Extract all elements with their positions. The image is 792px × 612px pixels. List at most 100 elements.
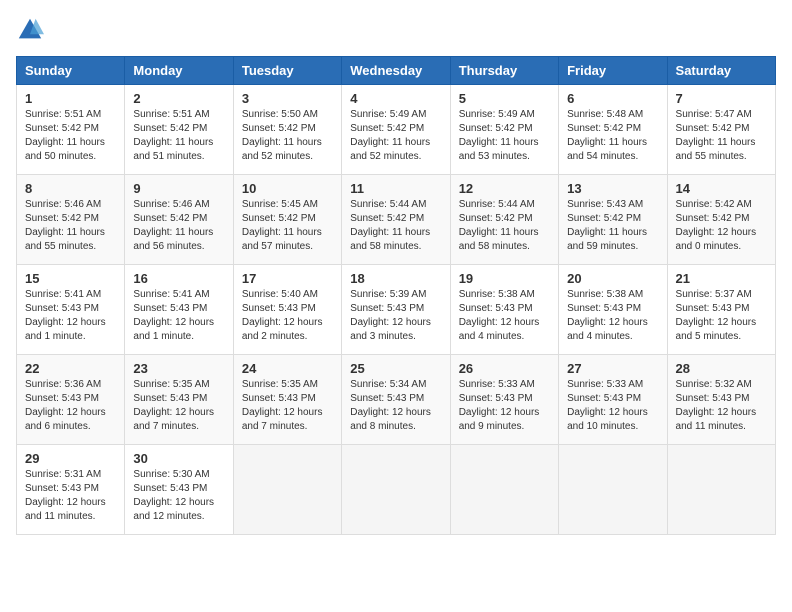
calendar-cell [233,445,341,535]
calendar-cell: 27 Sunrise: 5:33 AM Sunset: 5:43 PM Dayl… [559,355,667,445]
day-number: 5 [459,91,550,106]
day-header: Wednesday [342,57,450,85]
logo [16,16,48,44]
day-header: Monday [125,57,233,85]
header [16,16,776,44]
calendar-cell: 18 Sunrise: 5:39 AM Sunset: 5:43 PM Dayl… [342,265,450,355]
calendar-cell: 3 Sunrise: 5:50 AM Sunset: 5:42 PM Dayli… [233,85,341,175]
day-number: 16 [133,271,224,286]
day-info: Sunrise: 5:45 AM Sunset: 5:42 PM Dayligh… [242,198,333,254]
day-info: Sunrise: 5:37 AM Sunset: 5:43 PM Dayligh… [676,288,767,344]
calendar-cell: 4 Sunrise: 5:49 AM Sunset: 5:42 PM Dayli… [342,85,450,175]
day-number: 29 [25,451,116,466]
calendar-cell: 24 Sunrise: 5:35 AM Sunset: 5:43 PM Dayl… [233,355,341,445]
day-info: Sunrise: 5:47 AM Sunset: 5:42 PM Dayligh… [676,108,767,164]
day-info: Sunrise: 5:33 AM Sunset: 5:43 PM Dayligh… [567,378,658,434]
day-number: 19 [459,271,550,286]
day-number: 13 [567,181,658,196]
day-info: Sunrise: 5:44 AM Sunset: 5:42 PM Dayligh… [459,198,550,254]
calendar-cell: 6 Sunrise: 5:48 AM Sunset: 5:42 PM Dayli… [559,85,667,175]
day-number: 17 [242,271,333,286]
calendar-cell: 10 Sunrise: 5:45 AM Sunset: 5:42 PM Dayl… [233,175,341,265]
day-number: 11 [350,181,441,196]
day-header: Saturday [667,57,775,85]
day-number: 6 [567,91,658,106]
calendar-week: 22 Sunrise: 5:36 AM Sunset: 5:43 PM Dayl… [17,355,776,445]
day-info: Sunrise: 5:38 AM Sunset: 5:43 PM Dayligh… [567,288,658,344]
calendar-cell: 2 Sunrise: 5:51 AM Sunset: 5:42 PM Dayli… [125,85,233,175]
day-number: 9 [133,181,224,196]
calendar-cell: 23 Sunrise: 5:35 AM Sunset: 5:43 PM Dayl… [125,355,233,445]
calendar-cell: 21 Sunrise: 5:37 AM Sunset: 5:43 PM Dayl… [667,265,775,355]
day-info: Sunrise: 5:35 AM Sunset: 5:43 PM Dayligh… [242,378,333,434]
calendar-cell: 5 Sunrise: 5:49 AM Sunset: 5:42 PM Dayli… [450,85,558,175]
day-info: Sunrise: 5:32 AM Sunset: 5:43 PM Dayligh… [676,378,767,434]
calendar-cell: 28 Sunrise: 5:32 AM Sunset: 5:43 PM Dayl… [667,355,775,445]
day-info: Sunrise: 5:51 AM Sunset: 5:42 PM Dayligh… [25,108,116,164]
day-info: Sunrise: 5:51 AM Sunset: 5:42 PM Dayligh… [133,108,224,164]
day-number: 3 [242,91,333,106]
calendar-cell: 20 Sunrise: 5:38 AM Sunset: 5:43 PM Dayl… [559,265,667,355]
calendar-cell: 22 Sunrise: 5:36 AM Sunset: 5:43 PM Dayl… [17,355,125,445]
day-number: 21 [676,271,767,286]
calendar-cell: 12 Sunrise: 5:44 AM Sunset: 5:42 PM Dayl… [450,175,558,265]
day-number: 20 [567,271,658,286]
day-info: Sunrise: 5:35 AM Sunset: 5:43 PM Dayligh… [133,378,224,434]
calendar-cell: 15 Sunrise: 5:41 AM Sunset: 5:43 PM Dayl… [17,265,125,355]
day-info: Sunrise: 5:33 AM Sunset: 5:43 PM Dayligh… [459,378,550,434]
calendar-cell: 26 Sunrise: 5:33 AM Sunset: 5:43 PM Dayl… [450,355,558,445]
day-info: Sunrise: 5:42 AM Sunset: 5:42 PM Dayligh… [676,198,767,254]
calendar-cell: 11 Sunrise: 5:44 AM Sunset: 5:42 PM Dayl… [342,175,450,265]
calendar-cell [559,445,667,535]
day-number: 28 [676,361,767,376]
day-number: 10 [242,181,333,196]
day-info: Sunrise: 5:49 AM Sunset: 5:42 PM Dayligh… [459,108,550,164]
calendar-cell: 17 Sunrise: 5:40 AM Sunset: 5:43 PM Dayl… [233,265,341,355]
calendar-header: SundayMondayTuesdayWednesdayThursdayFrid… [17,57,776,85]
day-info: Sunrise: 5:41 AM Sunset: 5:43 PM Dayligh… [25,288,116,344]
calendar-cell: 14 Sunrise: 5:42 AM Sunset: 5:42 PM Dayl… [667,175,775,265]
day-number: 30 [133,451,224,466]
day-info: Sunrise: 5:43 AM Sunset: 5:42 PM Dayligh… [567,198,658,254]
calendar-cell: 9 Sunrise: 5:46 AM Sunset: 5:42 PM Dayli… [125,175,233,265]
day-number: 23 [133,361,224,376]
day-number: 12 [459,181,550,196]
day-info: Sunrise: 5:39 AM Sunset: 5:43 PM Dayligh… [350,288,441,344]
day-info: Sunrise: 5:46 AM Sunset: 5:42 PM Dayligh… [133,198,224,254]
day-number: 25 [350,361,441,376]
day-info: Sunrise: 5:44 AM Sunset: 5:42 PM Dayligh… [350,198,441,254]
day-header: Friday [559,57,667,85]
day-info: Sunrise: 5:34 AM Sunset: 5:43 PM Dayligh… [350,378,441,434]
day-info: Sunrise: 5:49 AM Sunset: 5:42 PM Dayligh… [350,108,441,164]
day-header: Sunday [17,57,125,85]
day-number: 4 [350,91,441,106]
day-number: 27 [567,361,658,376]
calendar-cell [450,445,558,535]
day-info: Sunrise: 5:50 AM Sunset: 5:42 PM Dayligh… [242,108,333,164]
calendar-cell [667,445,775,535]
calendar-week: 1 Sunrise: 5:51 AM Sunset: 5:42 PM Dayli… [17,85,776,175]
day-header: Thursday [450,57,558,85]
day-number: 18 [350,271,441,286]
calendar-cell: 29 Sunrise: 5:31 AM Sunset: 5:43 PM Dayl… [17,445,125,535]
calendar-table: SundayMondayTuesdayWednesdayThursdayFrid… [16,56,776,535]
calendar-cell: 16 Sunrise: 5:41 AM Sunset: 5:43 PM Dayl… [125,265,233,355]
logo-icon [16,16,44,44]
day-info: Sunrise: 5:38 AM Sunset: 5:43 PM Dayligh… [459,288,550,344]
day-number: 1 [25,91,116,106]
day-number: 2 [133,91,224,106]
day-info: Sunrise: 5:41 AM Sunset: 5:43 PM Dayligh… [133,288,224,344]
day-info: Sunrise: 5:48 AM Sunset: 5:42 PM Dayligh… [567,108,658,164]
calendar-week: 15 Sunrise: 5:41 AM Sunset: 5:43 PM Dayl… [17,265,776,355]
day-info: Sunrise: 5:30 AM Sunset: 5:43 PM Dayligh… [133,468,224,524]
calendar-cell [342,445,450,535]
day-number: 14 [676,181,767,196]
day-number: 26 [459,361,550,376]
calendar-cell: 1 Sunrise: 5:51 AM Sunset: 5:42 PM Dayli… [17,85,125,175]
calendar-cell: 8 Sunrise: 5:46 AM Sunset: 5:42 PM Dayli… [17,175,125,265]
calendar-cell: 7 Sunrise: 5:47 AM Sunset: 5:42 PM Dayli… [667,85,775,175]
calendar-week: 29 Sunrise: 5:31 AM Sunset: 5:43 PM Dayl… [17,445,776,535]
calendar-cell: 13 Sunrise: 5:43 AM Sunset: 5:42 PM Dayl… [559,175,667,265]
day-header: Tuesday [233,57,341,85]
day-info: Sunrise: 5:46 AM Sunset: 5:42 PM Dayligh… [25,198,116,254]
